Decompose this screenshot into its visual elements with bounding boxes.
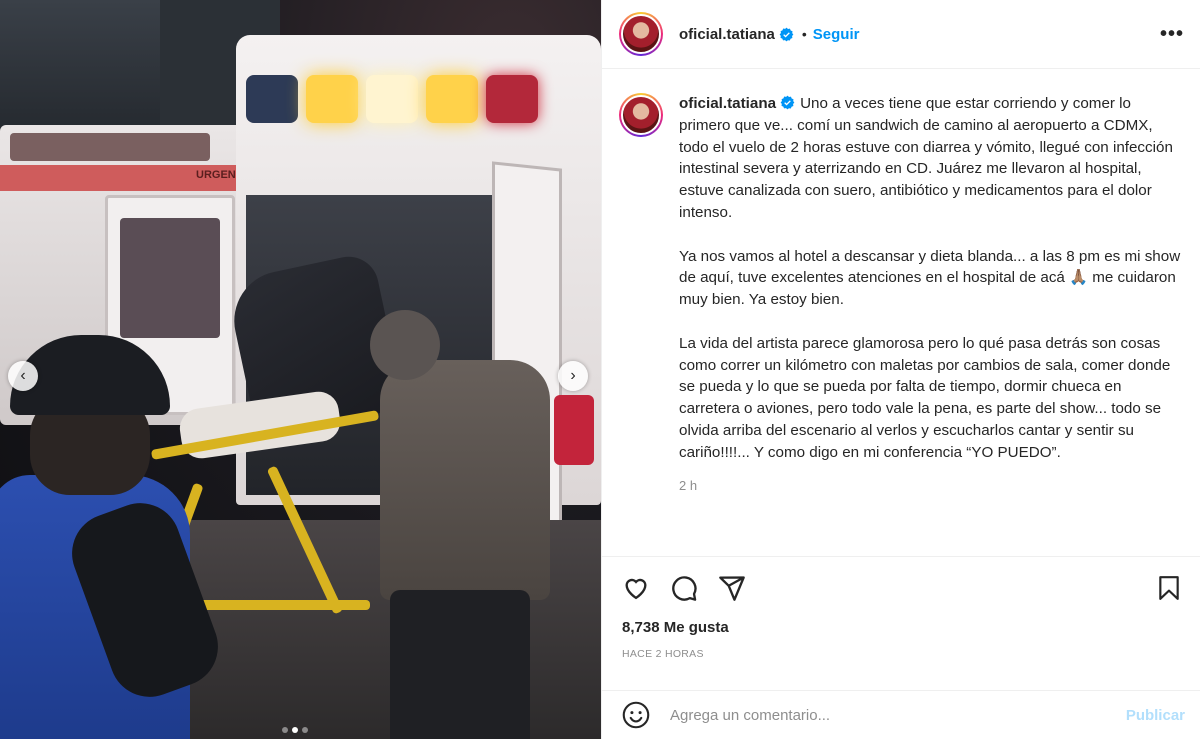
comment-icon [672,576,697,601]
verified-badge-icon [779,27,794,41]
action-bar [602,557,1200,619]
caption-username[interactable]: oficial.tatiana [679,95,776,112]
photo-ambulance-lightbar [10,133,210,161]
caption-text-block: oficial.tatiana Uno a veces tiene que est… [679,93,1184,464]
post-header: oficial.tatiana • Seguir ••• [602,0,1200,69]
carousel-dot [282,727,288,733]
caption-verified-icon [780,95,795,110]
carousel-dots [282,727,308,733]
photo-worker-right [360,300,560,739]
save-button[interactable] [1153,572,1185,604]
photo-worker-left [0,335,230,739]
caption-area: oficial.tatiana Uno a veces tiene que est… [602,69,1200,556]
share-button[interactable] [716,572,748,604]
comment-button[interactable] [668,572,700,604]
caption-avatar[interactable] [619,93,663,137]
avatar[interactable] [619,12,663,56]
carousel-next-button[interactable]: › [558,361,588,391]
post-side-panel: oficial.tatiana • Seguir ••• oficial.tat… [601,0,1200,739]
carousel-dot-active [292,727,298,733]
carousel-prev-button[interactable]: ‹ [8,361,38,391]
caption-time[interactable]: 2 h [679,478,1184,493]
photo-ambulance-lights [246,75,546,135]
post-photo[interactable]: URGENCIAS ‹ › [0,0,601,739]
photo-ambulance-taillight [554,395,594,465]
heart-icon [625,578,647,600]
likes-count[interactable]: 8,738 Me gusta [602,619,1200,636]
post-actions-section: 8,738 Me gusta HACE 2 HORAS [602,556,1200,660]
header-username[interactable]: oficial.tatiana [679,26,775,43]
more-options-icon[interactable]: ••• [1160,23,1184,46]
like-button[interactable] [620,572,652,604]
bookmark-icon [1159,576,1179,600]
header-separator: • [801,26,807,42]
comment-input[interactable] [670,706,1126,724]
follow-button[interactable]: Seguir [813,26,860,43]
share-icon [719,576,745,601]
caption-body: oficial.tatiana Uno a veces tiene que est… [679,93,1184,556]
carousel-dot [302,727,308,733]
emoji-icon[interactable] [622,701,650,729]
posted-time[interactable]: HACE 2 HORAS [602,648,1200,660]
comment-box: Publicar [602,690,1200,739]
photo-ambulance-window [120,218,220,338]
caption-text: Uno a veces tiene que estar corriendo y … [679,95,1181,461]
post-comment-button[interactable]: Publicar [1126,707,1185,724]
